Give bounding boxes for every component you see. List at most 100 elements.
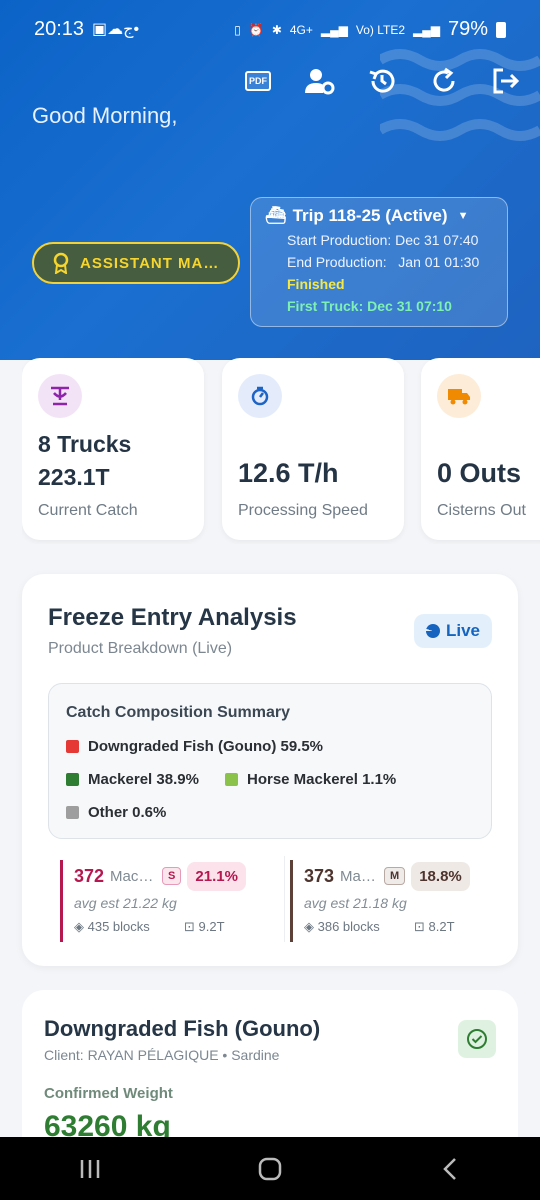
role-badge[interactable]: ASSISTANT MANAGER [32,242,240,284]
signal-icon: ▂▄▆ [320,22,348,37]
card-title: Freeze Entry Analysis [48,604,297,631]
stat-label: Current Catch [38,502,138,519]
pie-chart-icon [425,624,440,638]
size-tag: S [162,867,182,885]
battery-icon [496,21,506,38]
cloud-icon: ☁ [107,21,124,38]
back-icon [443,1157,456,1180]
legend-label: Other 0.6% [88,804,167,821]
award-icon [53,252,69,274]
recent-apps-button[interactable] [60,1146,120,1192]
lot-name: Mackerel [110,867,156,885]
status-time: 20:13 [34,18,85,40]
lot-avg: avg est 21.18 kg [304,895,407,911]
back-button[interactable] [420,1146,480,1192]
pdf-button[interactable]: PDF [242,64,274,98]
lots-carousel[interactable]: 372 Mackerel S 21.1% avg est 21.22 kg ◈ … [48,856,492,942]
arabic-letter-icon: ج [123,21,134,38]
trip-status: Finished [287,276,345,292]
legend-label: Mackerel 38.9% [88,771,199,788]
image-icon: ▣ [92,21,108,38]
legend-swatch [66,773,79,786]
lot-color-bar [60,860,63,942]
trip-first-truck: First Truck: Dec 31 07:10 [287,298,452,314]
lot-weight: 9.2T [198,919,225,934]
network-4g-label: 4G+ [289,22,313,37]
home-button[interactable] [240,1146,300,1192]
logout-button[interactable] [490,64,522,98]
stat-trucks: 8 Trucks [38,431,132,457]
signal-icon: ▂▄▆ [413,22,440,37]
lot-color-bar [290,860,293,942]
lot-blocks: 435 blocks [87,919,150,934]
home-icon [258,1157,282,1180]
weight-icon: ⊡ [414,919,429,934]
ship-icon: ⛴ [265,206,287,225]
dashboard-header: 20:13 ▣☁ج• ▯ ⏰ ✱ 4G+ ▂▄▆ Vo) LTE2 ▂▄▆ 79… [0,0,540,360]
bluetooth-icon: ✱ [271,22,282,37]
scale-icon [38,374,82,418]
stat-catch-weight: 223.1T [38,464,110,490]
product-title: Downgraded Fish (Gouno) [44,1016,321,1041]
history-button[interactable] [366,64,398,98]
trip-start: Start Production: Dec 31 07:40 [287,232,479,248]
stat-speed: 12.6 T/h [238,458,339,488]
stat-card-speed[interactable]: 12.6 T/h Processing Speed [222,358,404,540]
greeting-text: Good Morning, [32,103,178,128]
alarm-icon: ⏰ [248,22,264,37]
timer-icon [238,374,282,418]
system-nav-bar [0,1137,540,1200]
user-settings-button[interactable] [304,64,336,98]
size-tag: M [384,867,406,885]
lot-name: Mackerel [340,867,378,885]
stat-card-catch[interactable]: 8 Trucks 223.1T Current Catch [22,358,204,540]
trip-end: End Production: Jan 01 01:30 [287,254,480,270]
composition-title: Catch Composition Summary [66,704,291,721]
legend-item: Horse Mackerel 1.1% [225,771,396,788]
legend-label: Downgraded Fish (Gouno) 59.5% [88,738,324,755]
status-left-icons: ▣☁ج• [92,19,139,39]
product-client: Client: RAYAN PÉLAGIQUE • Sardine [44,1047,280,1063]
check-circle-icon [467,1029,487,1049]
confirmed-weight-label: Confirmed Weight [44,1085,173,1102]
truck-icon [437,374,481,418]
lot-percent: 18.8% [411,861,470,891]
live-badge[interactable]: Live [413,614,492,648]
dot-icon: • [133,21,140,38]
pdf-icon: PDF [245,71,271,91]
refresh-icon [433,67,455,92]
trip-selector[interactable]: ⛴ Trip 118-25 (Active) ▼ Start Productio… [250,197,508,327]
lot-count: 372 [74,865,105,886]
legend-item: Other 0.6% [66,804,166,821]
freeze-analysis-card: Freeze Entry Analysis Product Breakdown … [22,574,518,966]
legend-swatch [66,806,79,819]
stat-card-cisterns[interactable]: 0 Outs Cisterns Out [421,358,540,540]
stat-label: Cisterns Out [437,502,526,519]
lot-card[interactable]: 372 Mackerel S 21.1% avg est 21.22 kg ◈ … [60,860,256,942]
legend-swatch [225,773,238,786]
battery-percent: 79% [447,18,488,40]
lot-card[interactable]: 373 Mackerel M 18.8% avg est 21.18 kg ◈ … [290,860,486,942]
layers-icon: ◈ [304,919,318,934]
lot-avg: avg est 21.22 kg [74,895,177,911]
stat-label: Processing Speed [238,502,368,519]
card-subtitle: Product Breakdown (Live) [48,640,233,657]
lot-divider [284,856,285,942]
live-label: Live [445,621,480,640]
user-settings-icon [305,69,335,95]
recent-apps-icon [80,1159,100,1178]
weight-icon: ⊡ [184,919,199,934]
lot-percent: 21.1% [187,861,246,891]
volte-label: Vo) LTE2 [355,22,405,37]
legend-swatch [66,740,79,753]
stats-carousel[interactable]: 8 Trucks 223.1T Current Catch 12.6 T/h P… [22,358,540,544]
header-toolbar: PDF [242,64,522,98]
legend-item: Mackerel 38.9% [66,771,199,788]
trip-title: Trip 118-25 (Active) [292,206,448,225]
refresh-button[interactable] [428,64,460,98]
status-bar: 20:13 ▣☁ج• ▯ ⏰ ✱ 4G+ ▂▄▆ Vo) LTE2 ▂▄▆ 79… [0,0,540,58]
legend-item: Downgraded Fish (Gouno) 59.5% [66,738,323,755]
lot-blocks: 386 blocks [317,919,380,934]
lot-count: 373 [304,865,335,886]
catch-composition-summary: Catch Composition Summary Downgraded Fis… [48,683,492,839]
